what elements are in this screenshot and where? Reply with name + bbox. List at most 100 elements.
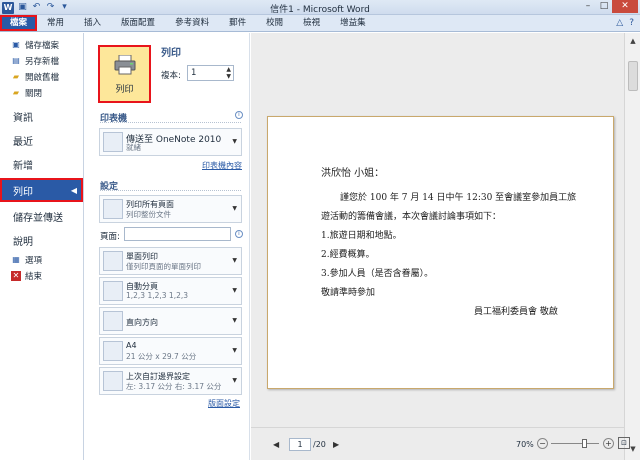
- pages-input[interactable]: [124, 227, 231, 241]
- chevron-down-icon: ▼: [232, 205, 237, 212]
- nav-close-label: 關閉: [25, 89, 43, 99]
- exit-icon: ✕: [11, 271, 21, 281]
- nav-print[interactable]: 列印 ◀: [0, 178, 83, 202]
- window-title: 信件1 - Microsoft Word: [270, 5, 370, 15]
- next-page-icon[interactable]: ▶: [333, 440, 339, 449]
- chevron-down-icon: ▼: [232, 257, 237, 264]
- minimize-ribbon-icon[interactable]: △: [616, 18, 623, 28]
- printer-icon: [114, 55, 136, 75]
- tab-references[interactable]: 參考資料: [165, 15, 219, 31]
- close-folder-icon: ▰: [12, 88, 20, 97]
- dropdown-line2: 1,2,3 1,2,3 1,2,3: [126, 291, 189, 300]
- nav-options[interactable]: ▦ 選項: [0, 252, 83, 268]
- dropdown-line1: 直向方向: [126, 318, 158, 327]
- tab-review[interactable]: 校閱: [256, 15, 293, 31]
- pages-info-icon[interactable]: i: [235, 230, 243, 238]
- chevron-down-icon: ▼: [232, 347, 237, 354]
- nav-save-label: 儲存檔案: [25, 41, 60, 51]
- zoom-out-icon[interactable]: −: [537, 438, 548, 449]
- zoom-slider-thumb[interactable]: [581, 439, 587, 448]
- printer-dropdown[interactable]: 傳送至 OneNote 2010 就緒 ▼: [99, 128, 242, 156]
- tab-page-layout[interactable]: 版面配置: [111, 15, 165, 31]
- sides-dropdown[interactable]: 單面列印 僅列印頁面的單面列印 ▼: [99, 247, 242, 275]
- print-range-dropdown[interactable]: 列印所有頁面 列印整份文件 ▼: [99, 195, 242, 223]
- zoom-level[interactable]: 70%: [516, 440, 534, 449]
- window-controls: – □ ✕: [580, 0, 638, 13]
- help-icon[interactable]: ?: [629, 18, 634, 28]
- nav-info[interactable]: 資訊: [0, 104, 83, 128]
- printer-status: 就緒: [126, 143, 141, 152]
- document-page: 洪欣怡 小姐： 謹您於 100 年 7 月 14 日中午 12:30 至會議室參…: [267, 116, 614, 389]
- page-number-input[interactable]: 1: [289, 438, 311, 451]
- print-button[interactable]: 列印: [98, 45, 151, 103]
- nav-save[interactable]: ▣ 儲存檔案: [0, 37, 83, 53]
- save-icon: ▣: [12, 40, 20, 49]
- zoom-slider-track[interactable]: [551, 443, 599, 444]
- tab-view[interactable]: 檢視: [293, 15, 330, 31]
- ribbon-tabs: 檔案 常用 插入 版面配置 參考資料 郵件 校閱 檢視 增益集 △ ?: [0, 15, 640, 32]
- dropdown-line2: 僅列印頁面的單面列印: [126, 262, 201, 271]
- vertical-scrollbar[interactable]: ▲ ▼: [624, 33, 640, 460]
- ribbon-right-icons: △ ?: [616, 15, 640, 31]
- orientation-dropdown[interactable]: 直向方向 ▼: [99, 307, 242, 335]
- minimize-button[interactable]: –: [580, 0, 596, 13]
- copies-value: 1: [191, 68, 197, 78]
- page-total: /20: [313, 440, 326, 449]
- paper-size-dropdown[interactable]: A4 21 公分 x 29.7 公分 ▼: [99, 337, 242, 365]
- collate-dropdown[interactable]: 自動分頁 1,2,3 1,2,3 1,2,3 ▼: [99, 277, 242, 305]
- page-setup-link[interactable]: 版面設定: [208, 398, 240, 409]
- printer-small-icon: [103, 132, 123, 152]
- print-button-label: 列印: [115, 85, 134, 95]
- close-button[interactable]: ✕: [612, 0, 638, 13]
- scroll-thumb[interactable]: [628, 61, 638, 91]
- nav-exit-label: 結束: [25, 272, 43, 282]
- doc-list-item: 3.參加人員（是否含眷屬）。: [321, 269, 434, 279]
- copies-spinner[interactable]: ▲ ▼: [226, 66, 231, 80]
- nav-recent[interactable]: 最近: [0, 128, 83, 152]
- nav-new[interactable]: 新增: [0, 152, 83, 176]
- dropdown-line2: 列印整份文件: [126, 210, 171, 219]
- tab-insert[interactable]: 插入: [74, 15, 111, 31]
- tab-home[interactable]: 常用: [37, 15, 74, 31]
- printer-info-icon[interactable]: i: [235, 111, 243, 119]
- copies-input[interactable]: 1 ▲ ▼: [187, 65, 234, 81]
- divider: [100, 190, 241, 191]
- nav-help[interactable]: 說明: [0, 228, 83, 252]
- nav-save-send[interactable]: 儲存並傳送: [0, 204, 83, 228]
- nav-options-label: 選項: [25, 256, 43, 266]
- dropdown-line1: A4: [126, 341, 137, 350]
- tab-mailings[interactable]: 郵件: [219, 15, 256, 31]
- open-folder-icon: ▰: [12, 72, 20, 81]
- portrait-icon: [103, 311, 123, 331]
- nav-save-as[interactable]: ▤ 另存新檔: [0, 53, 83, 69]
- margins-dropdown[interactable]: 上次自訂邊界設定 左: 3.17 公分 右: 3.17 公分 ▼: [99, 367, 242, 395]
- previous-page-icon[interactable]: ◀: [273, 440, 279, 449]
- scroll-up-icon[interactable]: ▲: [628, 37, 638, 45]
- maximize-button[interactable]: □: [596, 0, 612, 13]
- nav-close[interactable]: ▰ 關閉: [0, 85, 83, 101]
- chevron-down-icon: ▼: [232, 317, 237, 324]
- nav-save-as-label: 另存新檔: [25, 57, 60, 67]
- nav-open-label: 開啟舊檔: [25, 73, 60, 83]
- nav-open[interactable]: ▰ 開啟舊檔: [0, 69, 83, 85]
- print-heading: 列印: [161, 48, 181, 59]
- pages-icon: [103, 199, 123, 219]
- backstage-nav: ▣ 儲存檔案 ▤ 另存新檔 ▰ 開啟舊檔 ▰ 關閉 資訊 最近 新增 列印 ◀ …: [0, 33, 84, 460]
- zoom-in-icon[interactable]: +: [603, 438, 614, 449]
- divider: [100, 122, 241, 123]
- zoom-to-page-icon[interactable]: ⊡: [618, 437, 630, 449]
- chevron-down-icon: ▼: [232, 377, 237, 384]
- doc-list-item: 1.旅遊日期和地點。: [321, 231, 402, 241]
- tab-file[interactable]: 檔案: [0, 15, 38, 31]
- doc-closing: 敬請準時參加: [321, 288, 376, 298]
- tab-add-ins[interactable]: 增益集: [330, 15, 376, 31]
- doc-list-item: 2.經費概算。: [321, 250, 375, 260]
- printer-properties-link[interactable]: 印表機內容: [202, 160, 242, 171]
- nav-print-label: 列印: [13, 186, 33, 198]
- doc-line: 謹您於 100 年 7 月 14 日中午 12:30 至會議室參加員工旅: [340, 193, 577, 203]
- doc-signature: 員工福利委員會 敬啟: [474, 307, 558, 317]
- copies-label: 複本:: [161, 71, 181, 81]
- nav-exit[interactable]: ✕ 結束: [0, 268, 83, 284]
- dropdown-line2: 21 公分 x 29.7 公分: [126, 352, 197, 361]
- paper-icon: [103, 341, 123, 361]
